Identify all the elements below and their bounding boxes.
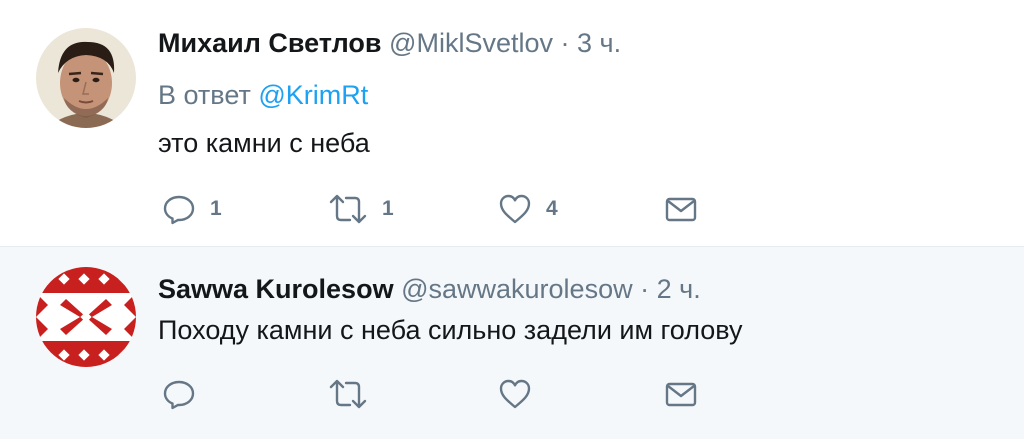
tweet-header: Михаил Светлов @MiklSvetlov · 3 ч.	[158, 28, 621, 59]
timestamp[interactable]: 2 ч.	[657, 274, 701, 304]
direct-message-button[interactable]	[664, 377, 698, 411]
reply-icon	[162, 377, 196, 411]
reply-prefix: В ответ	[158, 80, 251, 110]
like-icon	[498, 192, 532, 226]
author-name[interactable]: Михаил Светлов	[158, 28, 382, 58]
tweet-text: это камни с неба	[158, 128, 370, 158]
direct-message-icon	[664, 192, 698, 226]
tweet-header: Sawwa Kurolesow @sawwakurolesow · 2 ч.	[158, 274, 701, 305]
separator-dot: ·	[560, 28, 570, 58]
separator-dot: ·	[640, 274, 650, 304]
direct-message-button[interactable]	[664, 192, 698, 226]
reply-button[interactable]	[162, 377, 196, 411]
retweet-count: 1	[382, 197, 394, 220]
retweet-icon	[328, 192, 368, 226]
like-icon	[498, 377, 532, 411]
author-name[interactable]: Sawwa Kurolesow	[158, 274, 394, 304]
like-button[interactable]: 4	[498, 192, 558, 226]
retweet-button[interactable]	[328, 377, 368, 411]
reply-context: В ответ @KrimRt	[158, 80, 368, 111]
reply-mention-link[interactable]: @KrimRt	[258, 80, 368, 110]
tweet-text: Походу камни с неба сильно задели им гол…	[158, 315, 743, 345]
avatar[interactable]	[36, 28, 136, 128]
action-bar: 1 1 4	[162, 192, 722, 226]
avatar[interactable]	[36, 267, 136, 367]
reply-count: 1	[210, 197, 222, 220]
like-button[interactable]	[498, 377, 532, 411]
author-handle[interactable]: @sawwakurolesow	[401, 274, 633, 304]
tweet-card[interactable]: Sawwa Kurolesow @sawwakurolesow · 2 ч. П…	[0, 246, 1024, 439]
action-bar	[162, 377, 722, 411]
retweet-button[interactable]: 1	[328, 192, 394, 226]
reply-button[interactable]: 1	[162, 192, 222, 226]
author-handle[interactable]: @MiklSvetlov	[389, 28, 553, 58]
like-count: 4	[546, 197, 558, 220]
timestamp[interactable]: 3 ч.	[577, 28, 621, 58]
direct-message-icon	[664, 377, 698, 411]
retweet-icon	[328, 377, 368, 411]
reply-icon	[162, 192, 196, 226]
tweet-card[interactable]: Михаил Светлов @MiklSvetlov · 3 ч. В отв…	[0, 0, 1024, 246]
